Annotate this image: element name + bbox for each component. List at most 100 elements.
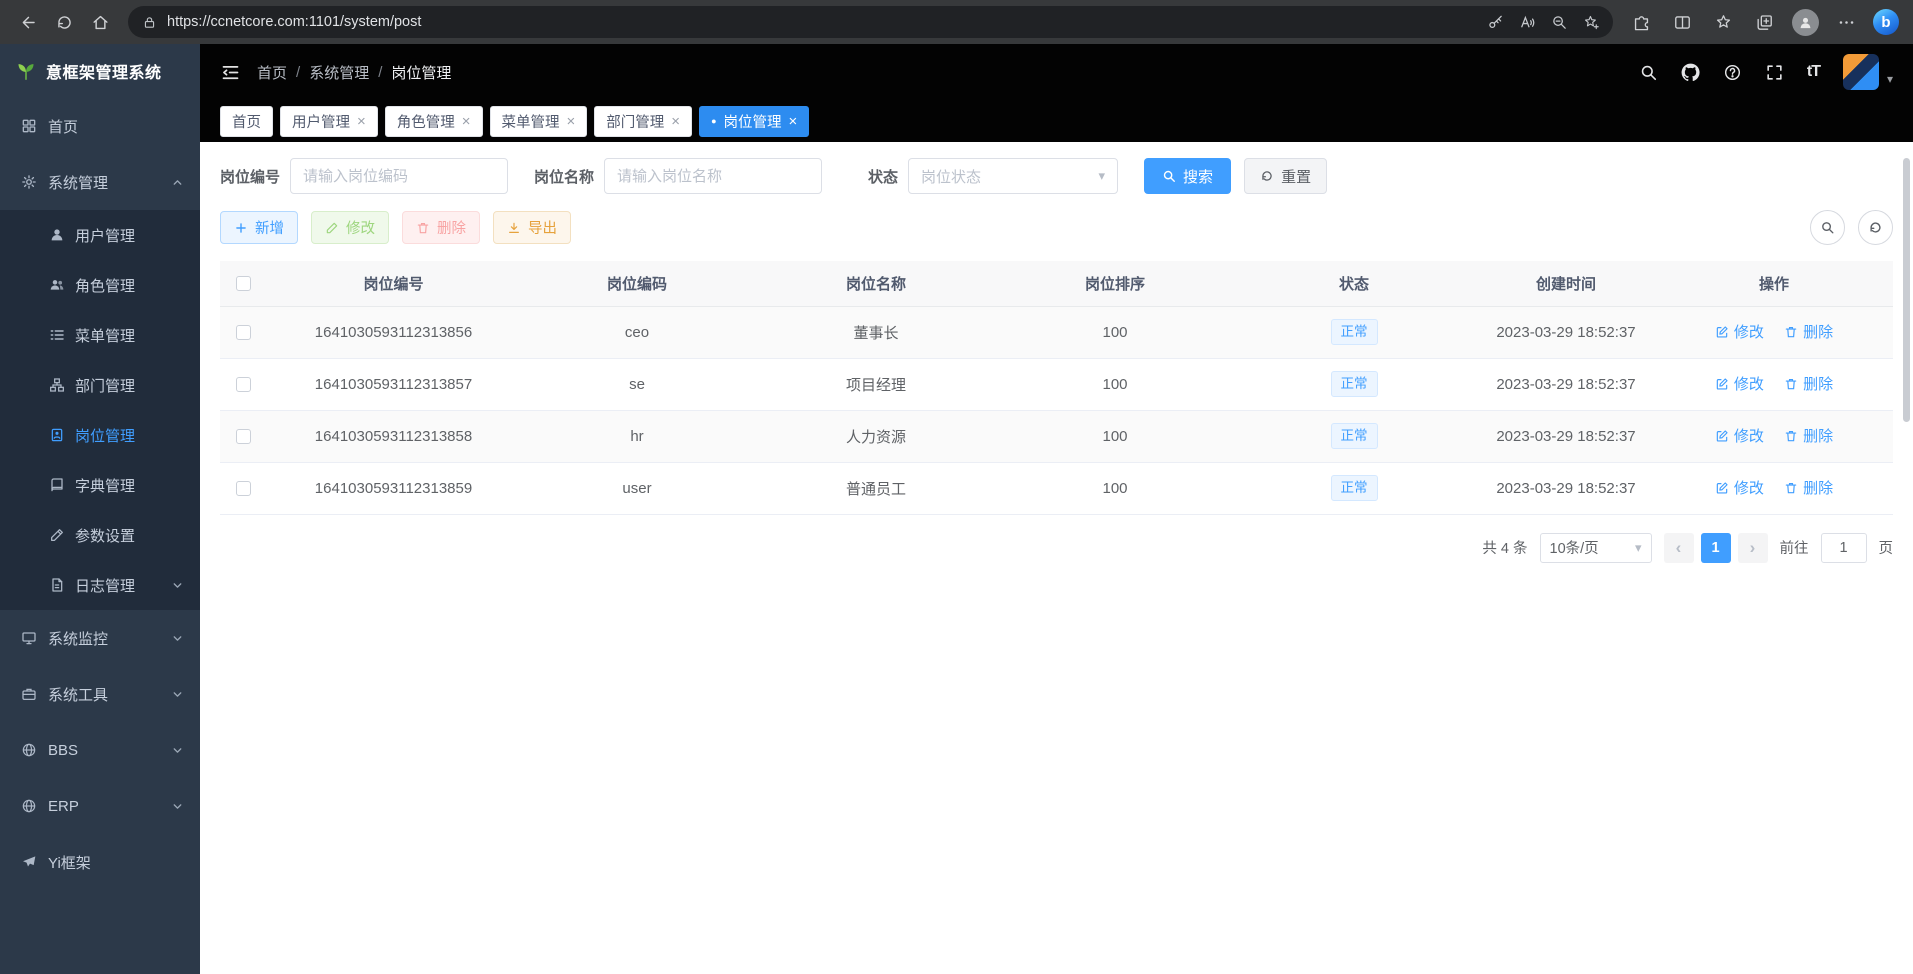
row-edit-link[interactable]: 修改 xyxy=(1715,477,1764,498)
row-edit-link[interactable]: 修改 xyxy=(1715,425,1764,446)
row-edit-link[interactable]: 修改 xyxy=(1715,321,1764,342)
breadcrumb: 首页 / 系统管理 / 岗位管理 xyxy=(257,62,451,83)
page-size-select[interactable]: 10条/页 ▾ xyxy=(1540,533,1652,563)
browser-back-button[interactable] xyxy=(10,4,46,40)
help-question-icon[interactable] xyxy=(1723,63,1742,82)
globe-icon xyxy=(20,742,38,758)
row-checkbox[interactable] xyxy=(236,481,251,496)
tab-menu-management[interactable]: 菜单管理 × xyxy=(490,106,588,137)
user-icon xyxy=(48,227,66,243)
sidebar-item-erp[interactable]: ERP xyxy=(0,778,200,834)
bing-copilot-icon[interactable]: b xyxy=(1873,9,1899,35)
address-bar[interactable]: https://ccnetcore.com:1101/system/post xyxy=(128,6,1613,38)
vertical-scrollbar-thumb[interactable] xyxy=(1903,158,1910,422)
profile-avatar[interactable] xyxy=(1787,4,1823,40)
collections-icon[interactable] xyxy=(1746,4,1782,40)
tab-department-management[interactable]: 部门管理 × xyxy=(594,106,692,137)
row-delete-link[interactable]: 删除 xyxy=(1784,477,1833,498)
cell-post-code: user xyxy=(521,462,753,514)
export-button[interactable]: 导出 xyxy=(493,211,571,244)
sidebar-item-system-monitoring[interactable]: 系统监控 xyxy=(0,610,200,666)
sidebar-toggle-hamburger-icon[interactable] xyxy=(220,62,241,83)
status-select[interactable]: 岗位状态 ▾ xyxy=(908,158,1118,194)
url-text[interactable]: https://ccnetcore.com:1101/system/post xyxy=(167,14,1479,30)
top-navbar: 首页 / 系统管理 / 岗位管理 tT ▾ xyxy=(200,44,1913,100)
edit-button[interactable]: 修改 xyxy=(311,211,389,244)
sidebar-item-log-management[interactable]: 日志管理 xyxy=(0,560,200,610)
sidebar-item-role-management[interactable]: 角色管理 xyxy=(0,260,200,310)
row-delete-link[interactable]: 删除 xyxy=(1784,321,1833,342)
add-favorite-star-icon[interactable] xyxy=(1575,8,1607,36)
sidebar-item-label: 系统管理 xyxy=(48,172,108,193)
sidebar-item-department-management[interactable]: 部门管理 xyxy=(0,360,200,410)
breadcrumb-home[interactable]: 首页 xyxy=(257,62,287,83)
saved-password-key-icon[interactable] xyxy=(1479,8,1511,36)
zoom-out-icon[interactable] xyxy=(1543,8,1575,36)
select-caret-down-icon: ▾ xyxy=(1099,168,1106,184)
current-page-button[interactable]: 1 xyxy=(1701,533,1731,563)
tab-close-icon[interactable]: × xyxy=(357,114,366,129)
sidebar-item-yi-framework[interactable]: Yi框架 xyxy=(0,834,200,890)
browser-home-button[interactable] xyxy=(82,4,118,40)
status-badge: 正常 xyxy=(1331,423,1378,449)
tab-role-management[interactable]: 角色管理 × xyxy=(385,106,483,137)
tab-home[interactable]: 首页 xyxy=(220,106,273,137)
reset-button[interactable]: 重置 xyxy=(1244,158,1327,194)
breadcrumb-system[interactable]: 系统管理 xyxy=(309,62,369,83)
tab-close-icon[interactable]: × xyxy=(789,114,798,129)
toggle-search-icon-button[interactable] xyxy=(1810,210,1845,245)
sidebar-item-system-management[interactable]: 系统管理 xyxy=(0,154,200,210)
search-icon xyxy=(1162,169,1176,183)
sidebar-item-label: 菜单管理 xyxy=(75,325,135,346)
page-unit-label: 页 xyxy=(1879,537,1894,558)
pagination-total: 共 4 条 xyxy=(1482,537,1527,558)
site-lock-icon[interactable] xyxy=(142,15,157,30)
search-button[interactable]: 搜索 xyxy=(1144,158,1231,194)
goto-page-input[interactable] xyxy=(1821,533,1867,563)
row-delete-link[interactable]: 删除 xyxy=(1784,425,1833,446)
sidebar-item-bbs[interactable]: BBS xyxy=(0,722,200,778)
row-checkbox[interactable] xyxy=(236,325,251,340)
globe-icon xyxy=(20,798,38,814)
sidebar-item-user-management[interactable]: 用户管理 xyxy=(0,210,200,260)
delete-button[interactable]: 删除 xyxy=(402,211,480,244)
favorites-star-icon[interactable] xyxy=(1705,4,1741,40)
refresh-table-icon-button[interactable] xyxy=(1858,210,1893,245)
read-aloud-icon[interactable] xyxy=(1511,8,1543,36)
header-search-icon[interactable] xyxy=(1639,63,1658,82)
tab-user-management[interactable]: 用户管理 × xyxy=(280,106,378,137)
font-size-icon[interactable]: tT xyxy=(1807,63,1820,81)
row-checkbox[interactable] xyxy=(236,429,251,444)
post-name-input[interactable] xyxy=(604,158,822,194)
chevron-down-icon xyxy=(171,744,184,757)
github-icon[interactable] xyxy=(1681,63,1700,82)
browser-refresh-button[interactable] xyxy=(46,4,82,40)
fullscreen-icon[interactable] xyxy=(1765,63,1784,82)
sidebar-item-system-tools[interactable]: 系统工具 xyxy=(0,666,200,722)
browser-menu-ellipsis-icon[interactable] xyxy=(1828,4,1864,40)
sidebar-item-menu-management[interactable]: 菜单管理 xyxy=(0,310,200,360)
select-all-checkbox[interactable] xyxy=(236,276,251,291)
avatar-caret-down-icon[interactable]: ▾ xyxy=(1887,72,1893,90)
sidebar-item-dictionary-management[interactable]: 字典管理 xyxy=(0,460,200,510)
tab-post-management[interactable]: ● 岗位管理 × xyxy=(699,106,809,137)
sidebar-item-home[interactable]: 首页 xyxy=(0,98,200,154)
prev-page-button[interactable]: ‹ xyxy=(1664,533,1694,563)
sidebar-item-parameter-settings[interactable]: 参数设置 xyxy=(0,510,200,560)
post-code-input[interactable] xyxy=(290,158,508,194)
tab-close-icon[interactable]: × xyxy=(671,114,680,129)
row-delete-link[interactable]: 删除 xyxy=(1784,373,1833,394)
extensions-puzzle-icon[interactable] xyxy=(1623,4,1659,40)
row-checkbox[interactable] xyxy=(236,377,251,392)
back-arrow-icon xyxy=(19,13,38,32)
next-page-button[interactable]: › xyxy=(1738,533,1768,563)
row-edit-link[interactable]: 修改 xyxy=(1715,373,1764,394)
sidebar-item-label: 日志管理 xyxy=(75,575,135,596)
add-button[interactable]: 新增 xyxy=(220,211,298,244)
user-avatar-logo[interactable] xyxy=(1843,54,1879,90)
split-screen-icon[interactable] xyxy=(1664,4,1700,40)
table-row: 1641030593112313857 se 项目经理 100 正常 2023-… xyxy=(220,358,1893,410)
tab-close-icon[interactable]: × xyxy=(567,114,576,129)
tab-close-icon[interactable]: × xyxy=(462,114,471,129)
sidebar-item-post-management[interactable]: 岗位管理 xyxy=(0,410,200,460)
